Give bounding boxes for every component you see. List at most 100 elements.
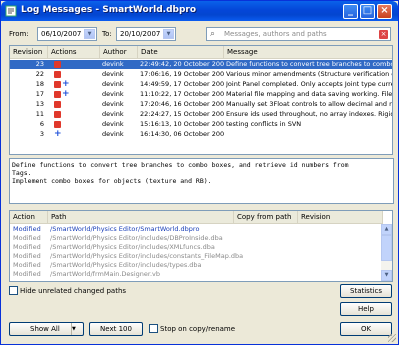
date-cell: 15:16:13, 10 October 2007 (140, 120, 224, 128)
column-header-revision[interactable]: Revision (298, 211, 383, 224)
column-header-actions[interactable]: Actions (48, 46, 100, 59)
search-field[interactable]: ⌕ Messages, authors and paths × (206, 27, 391, 41)
author-cell: devink (102, 130, 124, 138)
log-message-text[interactable]: Define functions to convert tree branche… (9, 158, 394, 204)
chevron-down-icon[interactable]: ▼ (84, 29, 95, 39)
revision-cell: 3 (39, 130, 44, 138)
chevron-down-icon[interactable]: ▼ (163, 29, 174, 39)
column-header-path[interactable]: Path (48, 211, 234, 224)
date-cell: 17:20:46, 16 October 2007 (140, 100, 224, 108)
tortoise-app-icon (5, 5, 17, 17)
modified-icon (54, 91, 61, 98)
path-row[interactable]: Modified/SmartWorld/Physics Editor/inclu… (10, 261, 382, 270)
scroll-down-icon[interactable]: ▼ (381, 270, 392, 281)
stop-on-copy-checkbox[interactable] (149, 324, 158, 333)
action-cell: Modified (13, 270, 41, 278)
show-all-label: Show All (30, 325, 60, 333)
message-line: Tags. (12, 169, 32, 177)
author-cell: devink (102, 70, 124, 78)
ok-button[interactable]: OK (340, 322, 392, 336)
changed-paths-list[interactable]: Action Path Copy from path Revision Modi… (9, 210, 393, 282)
path-cell: /SmartWorld/Physics Editor/includes/DBPr… (50, 234, 223, 242)
date-cell: 17:06:16, 19 October 2007 (140, 70, 224, 78)
log-row[interactable]: 11 devink 22:24:27, 15 October 2007 Ensure … (10, 110, 393, 119)
modified-icon (54, 71, 61, 78)
to-date-picker[interactable]: 20/10/2007 ▼ (116, 27, 176, 41)
revision-cell: 6 (39, 120, 44, 128)
message-cell: testing conflicts in SVN (226, 120, 302, 128)
log-row[interactable]: 23 devink 22:49:42, 20 October 2007 Define … (10, 60, 393, 69)
added-icon: + (62, 89, 70, 99)
column-header-copy-from-path[interactable]: Copy from path (234, 211, 298, 224)
path-row[interactable]: Modified/SmartWorld/frmMain.Designer.vb (10, 270, 382, 279)
to-date-value: 20/10/2007 (120, 30, 161, 38)
column-header-date[interactable]: Date (138, 46, 224, 59)
path-row[interactable]: Modified/SmartWorld/Physics Editor/Smart… (10, 225, 382, 234)
scroll-up-icon[interactable]: ▲ (381, 224, 392, 235)
next-100-button[interactable]: Next 100 (89, 322, 143, 336)
path-row[interactable]: Modified/SmartWorld/Physics Editor/inclu… (10, 234, 382, 243)
author-cell: devink (102, 100, 124, 108)
path-cell: /SmartWorld/Physics Editor/includes/cons… (50, 252, 244, 260)
stop-on-copy-label[interactable]: Stop on copy/rename (160, 325, 235, 333)
path-row[interactable]: Modified/SmartWorld/Physics Editor/inclu… (10, 243, 382, 252)
action-cell: Modified (13, 243, 41, 251)
maximize-button[interactable]: □ (360, 4, 375, 19)
from-date-picker[interactable]: 06/10/2007 ▼ (37, 27, 97, 41)
title-bar[interactable]: Log Messages - SmartWorld.dbpro _ □ × (1, 1, 398, 21)
statistics-button[interactable]: Statistics (340, 284, 392, 298)
revision-cell: 11 (35, 110, 44, 118)
help-button[interactable]: Help (340, 302, 392, 316)
chevron-down-icon[interactable]: ▼ (71, 323, 83, 335)
action-cell: Modified (13, 225, 41, 233)
modified-icon (54, 121, 61, 128)
minimize-button[interactable]: _ (343, 4, 358, 19)
message-cell: Ensure ids used throughout, no array ind… (226, 110, 393, 118)
path-row[interactable]: Modified/SmartWorld/Physics Editor/inclu… (10, 252, 382, 261)
author-cell: devink (102, 90, 124, 98)
message-cell: Material file mapping and data saving wo… (226, 90, 393, 98)
log-row[interactable]: 17 + devink 11:10:22, 17 October 2007 Materi… (10, 89, 393, 99)
log-row[interactable]: 18 + devink 14:49:59, 17 October 2007 Joint … (10, 79, 393, 89)
clear-search-icon[interactable]: × (379, 30, 388, 39)
message-line: Implement combo boxes for objects (textu… (12, 177, 212, 185)
close-button[interactable]: × (377, 4, 392, 19)
column-header-message[interactable]: Message (224, 46, 392, 59)
log-row[interactable]: 22 devink 17:06:16, 19 October 2007 Various… (10, 70, 393, 79)
resize-grip[interactable] (388, 334, 396, 342)
scroll-thumb[interactable] (381, 235, 392, 261)
message-cell: Various minor amendments (Structure veri… (226, 70, 393, 78)
message-cell: Define functions to convert tree branche… (226, 60, 393, 68)
log-row[interactable]: 3 + devink 16:14:30, 06 October 2007 (10, 129, 392, 139)
log-row[interactable]: 6 devink 15:16:13, 10 October 2007 testing … (10, 120, 392, 129)
date-cell: 22:24:27, 15 October 2007 (140, 110, 224, 118)
show-all-button[interactable]: Show All ▼ (9, 322, 84, 336)
modified-icon (54, 101, 61, 108)
paths-scrollbar[interactable]: ▲ ▼ (381, 224, 392, 281)
modified-icon (54, 111, 61, 118)
author-cell: devink (102, 120, 124, 128)
revision-cell: 13 (35, 100, 44, 108)
hide-unrelated-checkbox[interactable] (9, 286, 18, 295)
column-header-revision[interactable]: Revision (10, 46, 48, 59)
author-cell: devink (102, 60, 124, 68)
log-list[interactable]: Revision Actions Author Date Message 23 d… (9, 45, 393, 155)
path-cell: /SmartWorld/frmMain.Designer.vb (50, 270, 160, 278)
message-line: Define functions to convert tree branche… (12, 161, 349, 169)
revision-cell: 22 (35, 70, 44, 78)
revision-cell: 18 (35, 80, 44, 88)
action-cell: Modified (13, 261, 41, 269)
to-label: To: (102, 30, 112, 38)
added-icon: + (54, 129, 62, 139)
added-icon: + (62, 79, 70, 89)
column-header-action[interactable]: Action (10, 211, 48, 224)
hide-unrelated-label[interactable]: Hide unrelated changed paths (20, 287, 126, 295)
date-cell: 14:49:59, 17 October 2007 (140, 80, 224, 88)
search-icon[interactable]: ⌕ (210, 29, 215, 39)
log-row[interactable]: 13 devink 17:20:46, 16 October 2007 Manuall… (10, 100, 393, 109)
action-cell: Modified (13, 252, 41, 260)
message-cell: Joint Panel completed. Only accepts Join… (226, 80, 393, 88)
message-cell: Manually set 3Float controls to allow de… (226, 100, 393, 108)
column-header-author[interactable]: Author (100, 46, 138, 59)
date-cell: 16:14:30, 06 October 2007 (140, 130, 224, 138)
